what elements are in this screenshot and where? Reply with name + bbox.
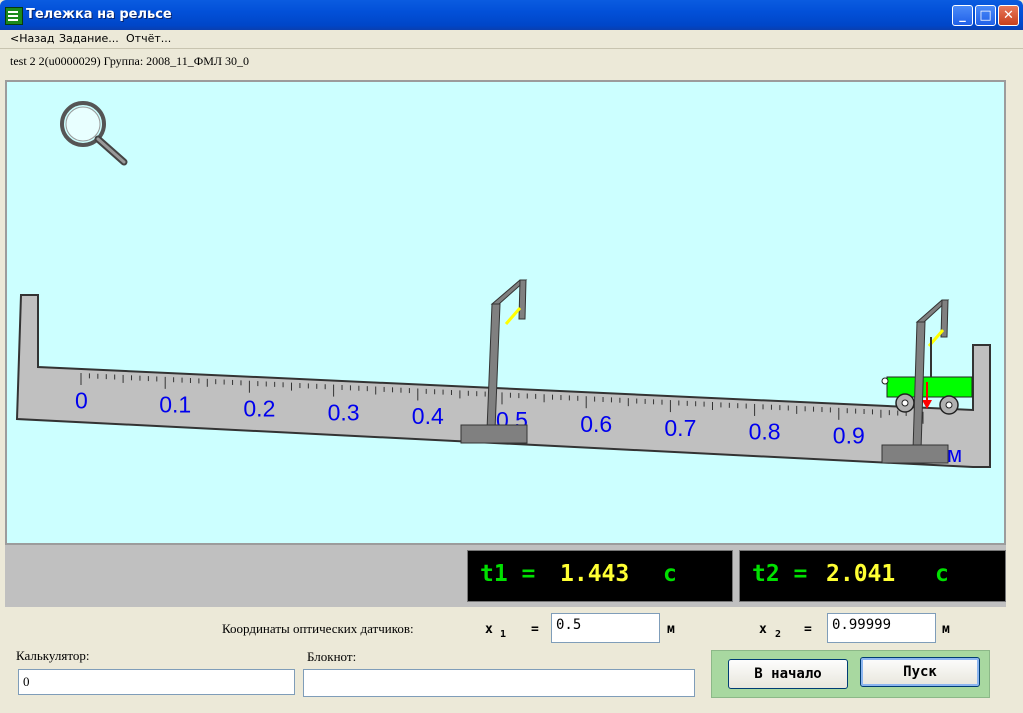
timer-t1-label: t1 = [480,561,536,587]
action-button-panel: В начало Пуск [711,650,990,698]
simulation-canvas: 0 0.1 0.2 0.3 0.4 0.5 0.6 0.7 0.8 0.9 м [5,80,1006,545]
close-button[interactable]: ✕ [998,5,1019,26]
x1-input[interactable]: 0.5 [551,613,660,643]
notepad-input[interactable] [303,669,695,697]
ruler-unit-label: м [947,442,962,467]
calculator-label: Калькулятор: [16,648,90,663]
ruler-label: 0 [75,388,88,414]
x2-subscript: 2 [775,629,782,640]
menu-task[interactable]: Задание... [59,32,119,45]
ruler-label: 0.8 [749,419,781,445]
session-info-bar: test 2 2(u0000029) Группа: 2008_11_ФМЛ 3… [0,48,1023,74]
maximize-button[interactable]: □ [975,5,996,26]
timer-t2-label: t2 = [752,561,808,587]
x2-input[interactable]: 0.99999 [827,613,936,643]
timer-t1-unit: c [663,561,677,587]
start-button[interactable]: Пуск [860,657,980,687]
menu-report[interactable]: Отчёт... [126,32,171,45]
calculator-input[interactable]: 0 [18,669,295,695]
menu-bar: <Назад Задание... Отчёт... [0,30,1023,47]
timer-t1-value: 1.443 [560,561,630,587]
title-bar: Тележка на рельсе _ □ ✕ [0,0,1023,30]
ruler-label: 0.9 [833,423,865,449]
x1-equals: = [531,622,539,637]
x2-unit: м [942,622,950,637]
menu-back[interactable]: <Назад [10,32,54,45]
ruler-label: 0.2 [243,395,275,421]
window-title: Тележка на рельсе [26,7,172,22]
minimize-icon: _ [959,8,966,23]
minimize-button[interactable]: _ [952,5,973,26]
x1-unit: м [667,622,675,637]
sensor-coordinates-caption: Координаты оптических датчиков: [222,621,414,636]
x1-subscript: 1 [500,629,507,640]
timer-t2-value: 2.041 [826,561,896,587]
timer-t2-display: t2 = 2.041 c [739,550,1006,602]
x2-label: x [759,622,767,637]
ruler-label: 0.3 [328,399,360,425]
ruler-label: 0.1 [159,392,191,418]
app-icon [5,7,23,25]
x1-label: x [485,622,493,637]
magnifier-icon[interactable] [60,101,128,166]
ruler-label: 0.4 [412,403,444,429]
timer-t2-unit: c [935,561,949,587]
session-info: test 2 2(u0000029) Группа: 2008_11_ФМЛ 3… [10,54,250,68]
reset-button[interactable]: В начало [728,659,848,689]
ruler-label: 0.6 [580,411,612,437]
close-icon: ✕ [1003,8,1014,23]
notepad-label: Блокнот: [307,649,357,664]
ruler-label: 0.7 [664,415,696,441]
timer-t1-display: t1 = 1.443 c [467,550,733,602]
x2-equals: = [804,622,812,637]
maximize-icon: □ [979,8,992,23]
simulation-scene: 0 0.1 0.2 0.3 0.4 0.5 0.6 0.7 0.8 0.9 м [15,101,991,468]
